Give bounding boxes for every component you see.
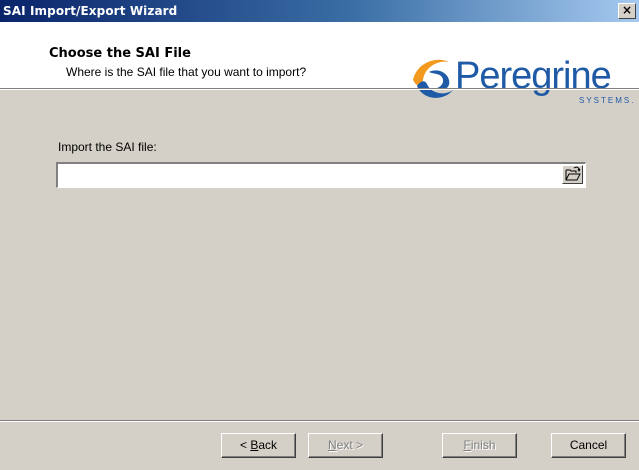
page-subtitle: Where is the SAI file that you want to i… bbox=[66, 65, 307, 79]
next-button[interactable]: Next > bbox=[308, 433, 383, 458]
browse-button[interactable] bbox=[562, 165, 583, 184]
finish-button[interactable]: Finish bbox=[442, 433, 517, 458]
peregrine-logo: Peregrine SYSTEMS. bbox=[407, 50, 639, 108]
import-file-label: Import the SAI file: bbox=[58, 140, 157, 154]
back-button[interactable]: < Back bbox=[221, 433, 296, 458]
swoosh-icon bbox=[413, 59, 453, 98]
title-bar[interactable]: SAI Import/Export Wizard × bbox=[0, 0, 639, 22]
page-title: Choose the SAI File bbox=[49, 46, 191, 61]
sai-file-input[interactable] bbox=[56, 162, 586, 188]
file-picker bbox=[56, 162, 586, 188]
wizard-window: SAI Import/Export Wizard × Choose the SA… bbox=[0, 0, 639, 470]
footer-divider-highlight bbox=[0, 421, 639, 422]
close-button[interactable]: × bbox=[618, 3, 636, 19]
cancel-button[interactable]: Cancel bbox=[551, 433, 626, 458]
svg-text:Peregrine: Peregrine bbox=[455, 55, 611, 97]
open-folder-icon bbox=[565, 166, 581, 181]
window-title: SAI Import/Export Wizard bbox=[3, 4, 178, 18]
close-icon: × bbox=[621, 3, 633, 17]
wizard-header: Choose the SAI File Where is the SAI fil… bbox=[0, 22, 639, 105]
svg-text:SYSTEMS.: SYSTEMS. bbox=[579, 96, 635, 105]
header-divider-highlight bbox=[0, 89, 639, 90]
